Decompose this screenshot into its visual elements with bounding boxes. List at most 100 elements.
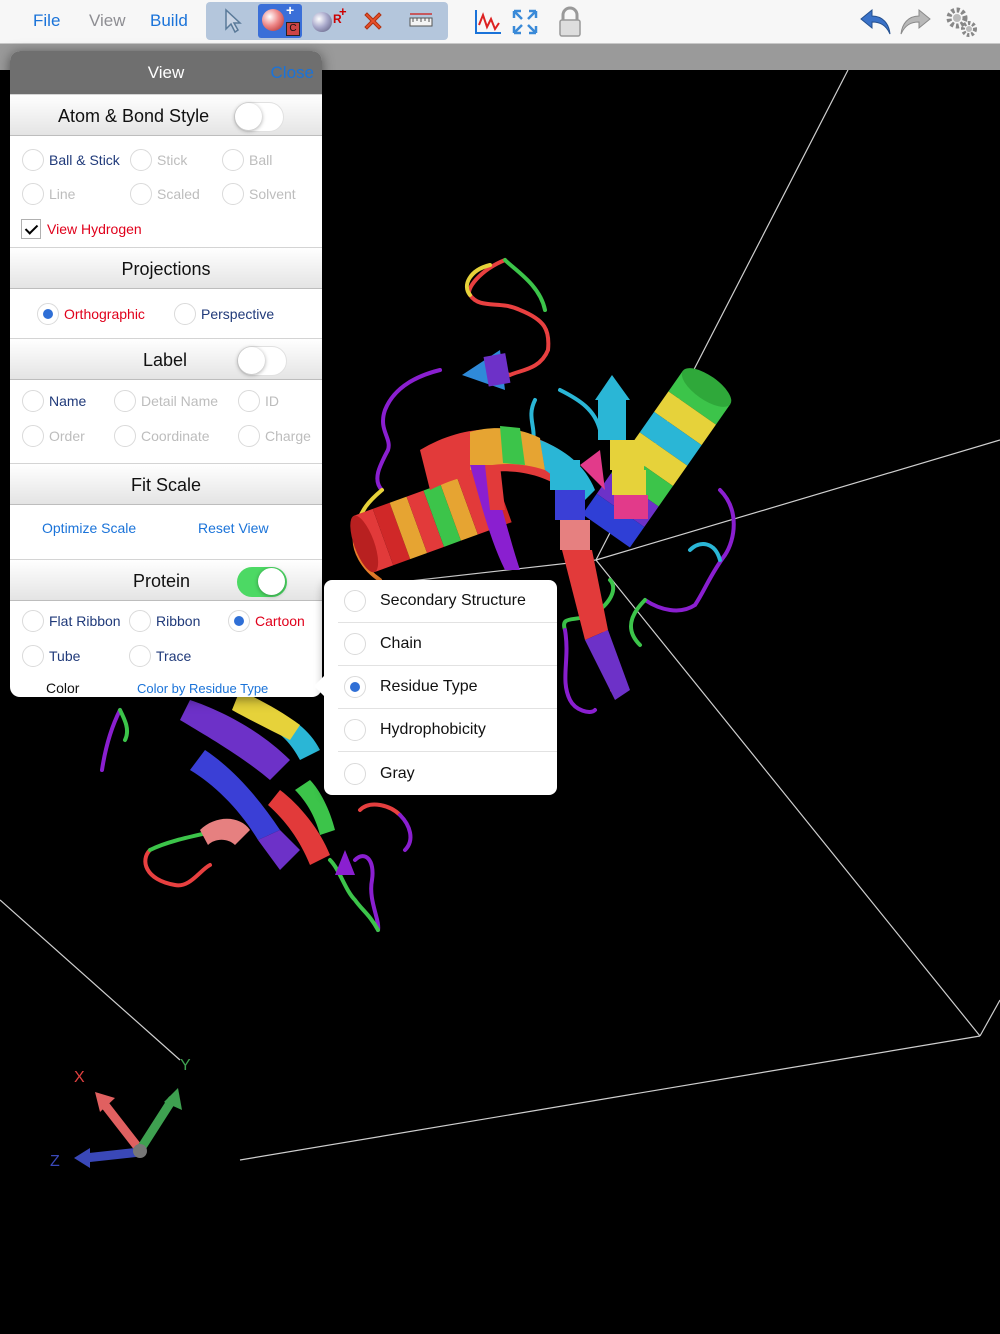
select-arrow-icon [225,8,242,34]
projection-label: Perspective [201,306,275,322]
label-option-label: Order [49,428,85,444]
fit-scale-header: Fit Scale [10,463,322,505]
color-option-residue-type[interactable]: Residue Type [338,666,557,709]
label-option-charge[interactable]: Charge [238,424,311,448]
color-option-label: Gray [380,764,415,782]
measure-icon [409,13,433,27]
view-hydrogen-checkbox[interactable]: View Hydrogen [21,217,142,241]
color-option-label: Hydrophobicity [380,721,486,738]
protein-title: Protein [133,571,191,591]
protein-option-label: Ribbon [156,613,201,629]
optimize-scale-button[interactable]: Optimize Scale [42,520,136,536]
redo-icon [900,8,931,35]
top-toolbar: File View Build + C R + [0,0,1000,44]
measure-button[interactable] [406,2,436,40]
color-label: Color [46,680,80,696]
projections-header: Projections [10,247,322,289]
protein-header: Protein [10,559,322,601]
settings-icon [946,7,977,37]
projection-label: Orthographic [64,306,145,322]
settings-button[interactable] [944,3,980,41]
chart-button[interactable] [472,3,504,41]
checkmark-icon [21,219,41,239]
atom-bond-style-toggle[interactable] [234,102,284,132]
popup-arrow [314,676,324,696]
label-option-label: Coordinate [141,428,210,444]
element-badge: C [286,22,300,36]
edit-tool-group: + C R + [206,2,448,40]
style-option-label: Solvent [249,186,296,202]
color-mode-button[interactable]: Color by Residue Type [137,676,268,697]
menu-file[interactable]: File [33,11,60,31]
style-option-stick[interactable]: Stick [130,148,187,172]
style-option-solvent[interactable]: Solvent [222,182,296,206]
atom-bond-style-title: Atom & Bond Style [58,106,210,126]
style-option-label: Line [49,186,76,202]
menu-view[interactable]: View [89,11,126,31]
fit-screen-button[interactable] [510,3,540,41]
label-option-id[interactable]: ID [238,389,279,413]
projection-orthographic[interactable]: Orthographic [37,302,145,326]
lock-button[interactable] [556,3,584,41]
protein-option-trace[interactable]: Trace [129,644,191,668]
protein-option-label: Flat Ribbon [49,613,121,629]
add-group-icon: R + [310,4,347,36]
fit-scale-title: Fit Scale [130,475,202,495]
label-option-name[interactable]: Name [22,389,86,413]
protein-option-label: Cartoon [255,613,305,629]
x-axis-label: X [74,1069,85,1086]
label-option-order[interactable]: Order [22,424,85,448]
app-screen: File View Build + C R + X Y Z View Close… [0,0,1000,1334]
fit-screen-icon [512,9,538,35]
protein-option-cartoon[interactable]: Cartoon [228,609,305,633]
style-option-label: Ball [249,152,273,168]
undo-icon [860,8,891,35]
label-option-label: Charge [265,428,311,444]
label-toggle[interactable] [237,346,287,376]
add-atom-icon: + C [258,2,302,38]
style-option-label: Scaled [157,186,200,202]
view-panel-header: View Close [10,51,322,94]
label-header: Label [10,338,322,380]
undo-button[interactable] [858,3,894,41]
protein-toggle[interactable] [237,567,287,597]
axes-indicator: X Y Z [50,1057,191,1170]
lock-icon [559,6,581,37]
view-panel: View Close Atom & Bond Style Ball & Stic… [10,51,322,697]
label-option-label: Name [49,393,87,409]
color-option-label: Residue Type [380,678,478,695]
add-atom-button[interactable]: + C [256,2,304,40]
label-option-label: ID [265,393,279,409]
color-option-label: Chain [380,635,422,652]
add-group-button[interactable]: R + [308,2,348,40]
select-tool-button[interactable] [218,2,248,40]
color-option-secondary-structure[interactable]: Secondary Structure [338,580,557,623]
redo-button[interactable] [897,3,933,41]
style-option-ball-stick[interactable]: Ball & Stick [22,148,120,172]
menu-build[interactable]: Build [150,11,188,31]
label-option-coordinate[interactable]: Coordinate [114,424,210,448]
close-button[interactable]: Close [271,63,314,83]
delete-icon [364,12,382,30]
style-option-label: Stick [157,152,188,168]
protein-option-flat-ribbon[interactable]: Flat Ribbon [22,609,121,633]
color-option-label: Secondary Structure [380,592,526,609]
style-option-scaled[interactable]: Scaled [130,182,200,206]
projections-title: Projections [121,259,211,279]
color-option-gray[interactable]: Gray [338,752,557,795]
label-option-detail-name[interactable]: Detail Name [114,389,218,413]
reset-view-button[interactable]: Reset View [198,520,269,536]
delete-button[interactable] [358,2,388,40]
protein-option-label: Trace [156,648,192,664]
style-option-ball[interactable]: Ball [222,148,272,172]
z-axis-label: Z [50,1153,60,1170]
chart-icon [475,10,501,34]
color-option-hydrophobicity[interactable]: Hydrophobicity [338,709,557,752]
label-option-label: Detail Name [141,393,219,409]
y-axis-label: Y [180,1057,191,1074]
protein-option-tube[interactable]: Tube [22,644,80,668]
style-option-line[interactable]: Line [22,182,75,206]
protein-option-ribbon[interactable]: Ribbon [129,609,200,633]
color-option-chain[interactable]: Chain [338,623,557,666]
projection-perspective[interactable]: Perspective [174,302,274,326]
